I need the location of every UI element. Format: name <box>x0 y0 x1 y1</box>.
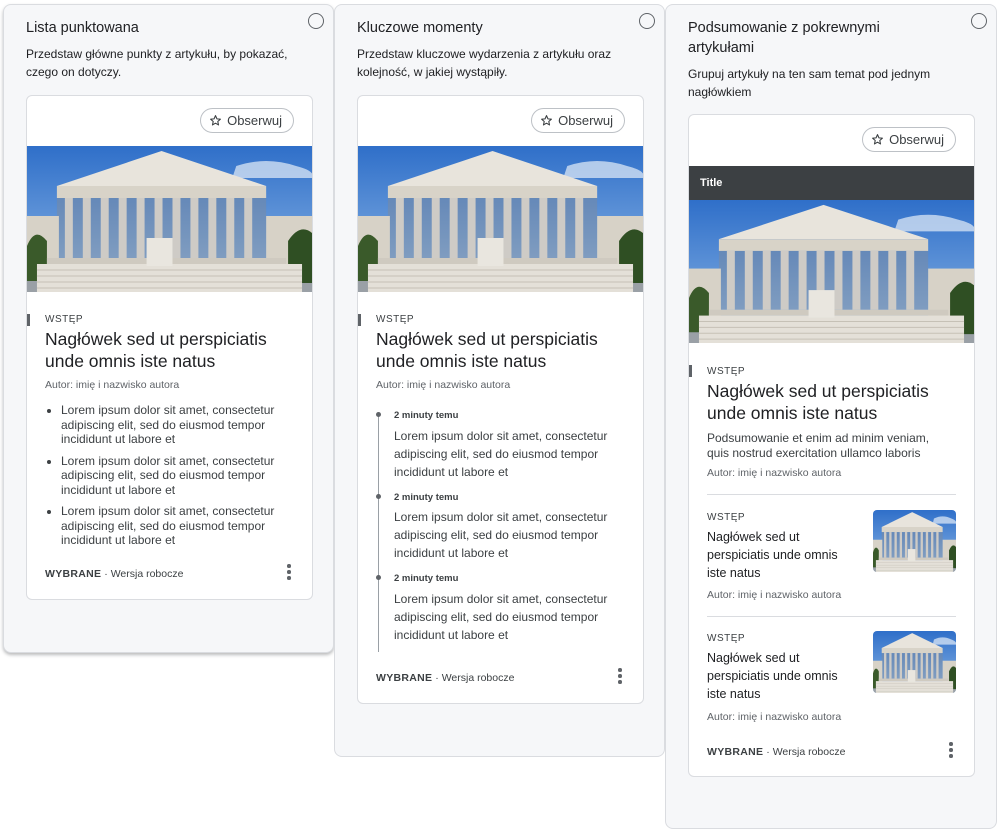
author-byline: Autor: imię i nazwisko autora <box>707 711 842 723</box>
more-vert-icon[interactable] <box>618 668 622 686</box>
preview-card: Obserwuj WSTĘP Nagłówek sed ut perspicia… <box>357 95 644 704</box>
story-titlebar: Title <box>689 166 974 200</box>
section-marker <box>27 314 30 326</box>
follow-label: Obserwuj <box>889 132 944 147</box>
option-description-line: Grupuj artykuły na ten sam temat pod jed… <box>688 67 931 81</box>
summary-text: Podsumowanie et enim ad minim veniam, qui… <box>707 431 930 460</box>
moment-text: Lorem ipsum dolor sit amet, consectetur a… <box>394 429 608 479</box>
layout-option-bulleted-list[interactable]: Lista punktowana Przedstaw główne punkty… <box>3 4 334 653</box>
status-badge: WYBRANE <box>707 746 764 758</box>
kicker-label: WSTĘP <box>45 314 84 325</box>
draft-status: Wersja robocze <box>441 672 515 684</box>
moment-time: 2 minuty temu <box>394 410 459 421</box>
section-marker <box>689 365 692 377</box>
draft-status: Wersja robocze <box>110 568 184 580</box>
option-description-line: Przedstaw kluczowe wydarzenia z artykułu… <box>357 47 612 61</box>
layout-option-key-moments[interactable]: Kluczowe momenty Przedstaw kluczowe wyda… <box>334 4 665 757</box>
hero-image <box>358 146 643 292</box>
more-vert-icon[interactable] <box>287 564 291 582</box>
preview-card: Obserwuj Title WSTĘP Nagłówek sed ut per… <box>688 114 975 777</box>
moment-time: 2 minuty temu <box>394 573 459 584</box>
option-description-line: nagłówkiem <box>688 85 752 99</box>
follow-label: Obserwuj <box>558 113 613 128</box>
option-title-line: artykułami <box>688 40 755 56</box>
follow-label: Obserwuj <box>227 113 282 128</box>
moment-time: 2 minuty temu <box>394 492 459 503</box>
headline-line: unde omnis iste natus <box>707 403 878 423</box>
kicker-label: WSTĘP <box>707 512 746 523</box>
option-description-line: Przedstaw główne punkty z artykułu, by p… <box>26 47 288 61</box>
hero-image <box>689 200 974 343</box>
layout-option-summary-related[interactable]: Podsumowanie z pokrewnymi artykułami Gru… <box>665 4 997 829</box>
preview-card: Obserwuj WSTĘP Nagłówek sed ut perspicia… <box>26 95 313 600</box>
author-byline: Autor: imię i nazwisko autora <box>45 379 180 391</box>
radio-unchecked-icon[interactable] <box>971 13 987 29</box>
author-byline: Autor: imię i nazwisko autora <box>376 379 511 391</box>
radio-unchecked-icon[interactable] <box>308 13 324 29</box>
star-outline-icon <box>210 115 221 126</box>
headline-line: Nagłówek sed ut perspiciatis <box>45 329 267 349</box>
related-title: Nagłówek sed ut perspiciatis unde omnis is… <box>707 530 838 580</box>
star-outline-icon <box>541 115 552 126</box>
star-outline-icon <box>872 134 883 145</box>
headline-line: unde omnis iste natus <box>45 351 216 371</box>
related-title: Nagłówek sed ut perspiciatis unde omnis is… <box>707 651 838 701</box>
list-item: Lorem ipsum dolor sit amet, consectetura… <box>61 504 312 548</box>
kicker-label: WSTĘP <box>707 366 746 377</box>
bullet-list: Lorem ipsum dolor sit amet, consectetura… <box>45 403 312 555</box>
headline-line: Nagłówek sed ut perspiciatis <box>707 381 929 401</box>
follow-button[interactable]: Obserwuj <box>531 108 625 133</box>
option-title: Lista punktowana <box>26 20 139 36</box>
related-thumbnail <box>873 631 956 693</box>
headline-line: Nagłówek sed ut perspiciatis <box>376 329 598 349</box>
kicker-label: WSTĘP <box>707 633 746 644</box>
option-title-line: Podsumowanie z pokrewnymi <box>688 20 880 36</box>
list-item: Lorem ipsum dolor sit amet, consectetura… <box>61 454 312 498</box>
status-badge: WYBRANE <box>376 672 433 684</box>
card-footer: WYBRANE · Wersja robocze <box>707 746 846 758</box>
option-title: Kluczowe momenty <box>357 20 483 36</box>
hero-image <box>27 146 312 292</box>
option-description-line: czego on dotyczy. <box>26 65 122 79</box>
author-byline: Autor: imię i nazwisko autora <box>707 467 842 479</box>
card-footer: WYBRANE · Wersja robocze <box>376 672 515 684</box>
kicker-label: WSTĘP <box>376 314 415 325</box>
related-thumbnail <box>873 510 956 572</box>
follow-button[interactable]: Obserwuj <box>862 127 956 152</box>
headline-line: unde omnis iste natus <box>376 351 547 371</box>
author-byline: Autor: imię i nazwisko autora <box>707 589 842 601</box>
follow-button[interactable]: Obserwuj <box>200 108 294 133</box>
radio-unchecked-icon[interactable] <box>639 13 655 29</box>
timeline-line <box>378 416 379 652</box>
list-item: Lorem ipsum dolor sit amet, consectetura… <box>61 403 312 447</box>
draft-status: Wersja robocze <box>772 746 846 758</box>
timeline-dot <box>376 494 381 499</box>
option-description-line: kolejność, w jakiej wystąpiły. <box>357 65 508 79</box>
moment-text: Lorem ipsum dolor sit amet, consectetur a… <box>394 510 608 560</box>
divider <box>707 616 956 617</box>
moment-text: Lorem ipsum dolor sit amet, consectetur a… <box>394 592 608 642</box>
timeline-dot <box>376 575 381 580</box>
more-vert-icon[interactable] <box>949 742 953 760</box>
card-footer: WYBRANE · Wersja robocze <box>45 568 184 580</box>
section-marker <box>358 314 361 326</box>
divider <box>707 494 956 495</box>
timeline-dot <box>376 412 381 417</box>
status-badge: WYBRANE <box>45 568 102 580</box>
